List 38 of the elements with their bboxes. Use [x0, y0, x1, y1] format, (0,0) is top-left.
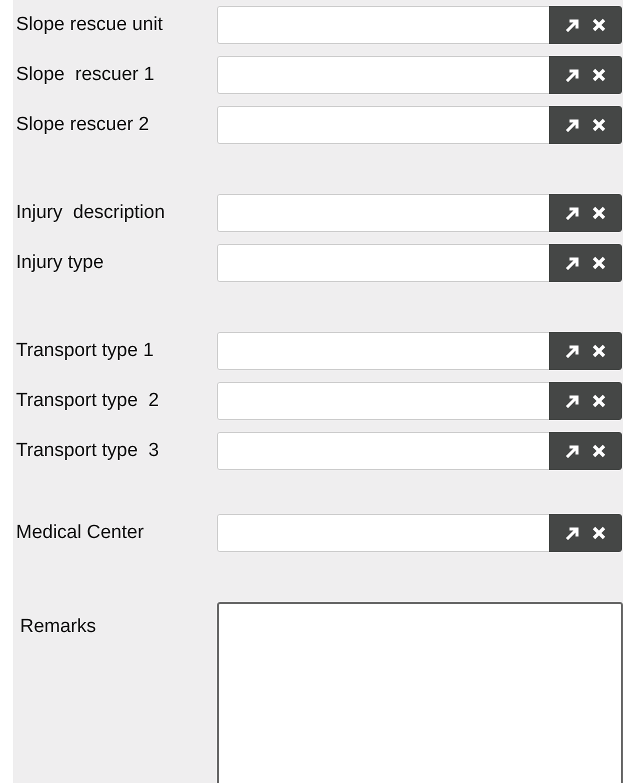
field-label: Transport type 1: [15, 340, 155, 362]
close-icon[interactable]: [590, 343, 606, 359]
lookup-field[interactable]: [217, 6, 549, 44]
arrow-icon[interactable]: [564, 205, 580, 221]
arrow-icon[interactable]: [564, 117, 580, 133]
close-icon[interactable]: [590, 255, 606, 271]
lookup-field[interactable]: [217, 244, 549, 282]
close-icon[interactable]: [590, 205, 606, 221]
close-icon[interactable]: [590, 443, 606, 459]
field-label: Transport type 3: [15, 440, 160, 462]
close-icon[interactable]: [590, 17, 606, 33]
field-label: Slope rescuer 1: [15, 64, 156, 86]
field-label: Injury type: [15, 252, 105, 274]
close-icon[interactable]: [590, 525, 606, 541]
arrow-icon[interactable]: [564, 67, 580, 83]
lookup-field[interactable]: [217, 514, 549, 552]
close-icon[interactable]: [590, 117, 606, 133]
arrow-icon[interactable]: [564, 525, 580, 541]
lookup-field[interactable]: [217, 194, 549, 232]
remarks-field[interactable]: [217, 602, 623, 783]
field-label: Remarks: [19, 615, 98, 638]
arrow-icon[interactable]: [564, 255, 580, 271]
lookup-field[interactable]: [217, 332, 549, 370]
field-label: Injury description: [15, 202, 166, 224]
field-label: Slope rescue unit: [15, 14, 164, 36]
lookup-field[interactable]: [217, 56, 549, 94]
lookup-field[interactable]: [217, 432, 549, 470]
lookup-field[interactable]: [217, 382, 549, 420]
field-label: Transport type 2: [15, 390, 160, 412]
arrow-icon[interactable]: [564, 443, 580, 459]
field-label: Slope rescuer 2: [15, 114, 150, 136]
arrow-icon[interactable]: [564, 343, 580, 359]
close-icon[interactable]: [590, 393, 606, 409]
lookup-field[interactable]: [217, 106, 549, 144]
close-icon[interactable]: [590, 67, 606, 83]
arrow-icon[interactable]: [564, 393, 580, 409]
arrow-icon[interactable]: [564, 17, 580, 33]
field-label: Medical Center: [15, 522, 145, 544]
